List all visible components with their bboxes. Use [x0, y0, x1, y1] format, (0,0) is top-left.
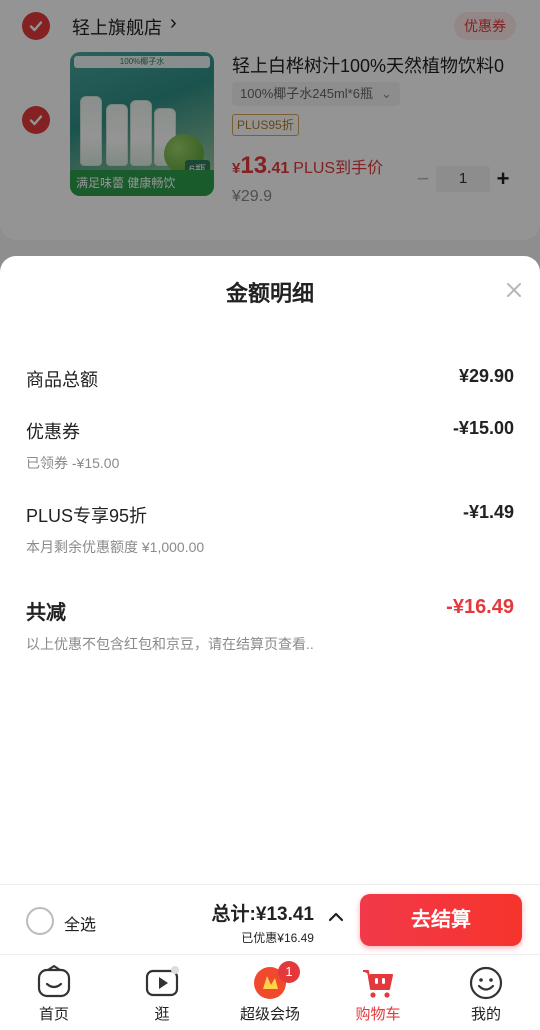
- play-icon: [145, 966, 179, 997]
- plus-discount-value: -¥1.49: [462, 502, 514, 522]
- plus-quota-text: 本月剩余优惠额度 ¥1,000.00: [26, 539, 205, 555]
- discount-note: 以上优惠不包含红包和京豆，请在结算页查看..: [26, 636, 314, 652]
- select-all-checkbox[interactable]: [26, 907, 54, 935]
- chevron-up-icon[interactable]: [326, 909, 346, 925]
- tab-browse[interactable]: 逛: [108, 955, 216, 1030]
- home-icon: [37, 965, 71, 998]
- tab-home-label: 首页: [38, 1006, 69, 1023]
- tab-cart[interactable]: 购物车: [324, 955, 432, 1030]
- tab-super-venue-label: 超级会场: [239, 1006, 300, 1023]
- tab-profile-label: 我的: [470, 1006, 501, 1023]
- bottom-tab-bar: 首页 逛 1 超级会场 购物车 我的: [0, 954, 540, 1030]
- coupon-label: 优惠券: [26, 422, 80, 442]
- venue-badge: 1: [278, 961, 300, 983]
- tab-home[interactable]: 首页: [0, 955, 108, 1030]
- total-reduction-value: -¥16.49: [446, 596, 514, 618]
- profile-icon: [469, 966, 503, 1000]
- tab-profile[interactable]: 我的: [432, 955, 540, 1030]
- total-reduction-label: 共减: [26, 602, 66, 624]
- cart-icon: [363, 970, 393, 998]
- select-all-label[interactable]: 全选: [64, 911, 96, 935]
- coupon-value: -¥15.00: [452, 418, 514, 438]
- tab-cart-label: 购物车: [355, 1006, 401, 1023]
- tab-browse-label: 逛: [154, 1006, 170, 1023]
- discount-summary: 已优惠¥16.49: [241, 931, 314, 945]
- sheet-title: 金额明细: [225, 281, 314, 306]
- goods-total-label: 商品总额: [26, 370, 98, 390]
- close-icon[interactable]: [502, 278, 526, 302]
- amount-detail-sheet: 金额明细 商品总额 ¥29.90 优惠券 -¥15.00 已领券 -¥15.00…: [0, 256, 540, 886]
- plus-discount-label: PLUS专享95折: [26, 506, 148, 526]
- total-price: 总计:¥13.41: [211, 904, 314, 925]
- tab-super-venue[interactable]: 1 超级会场: [216, 955, 324, 1030]
- goods-total-value: ¥29.90: [458, 366, 514, 386]
- coupon-sub-text: 已领券 -¥15.00: [26, 455, 120, 471]
- checkout-bar: 全选 总计:¥13.41 已优惠¥16.49 去结算: [0, 884, 540, 954]
- checkout-button[interactable]: 去结算: [360, 894, 522, 946]
